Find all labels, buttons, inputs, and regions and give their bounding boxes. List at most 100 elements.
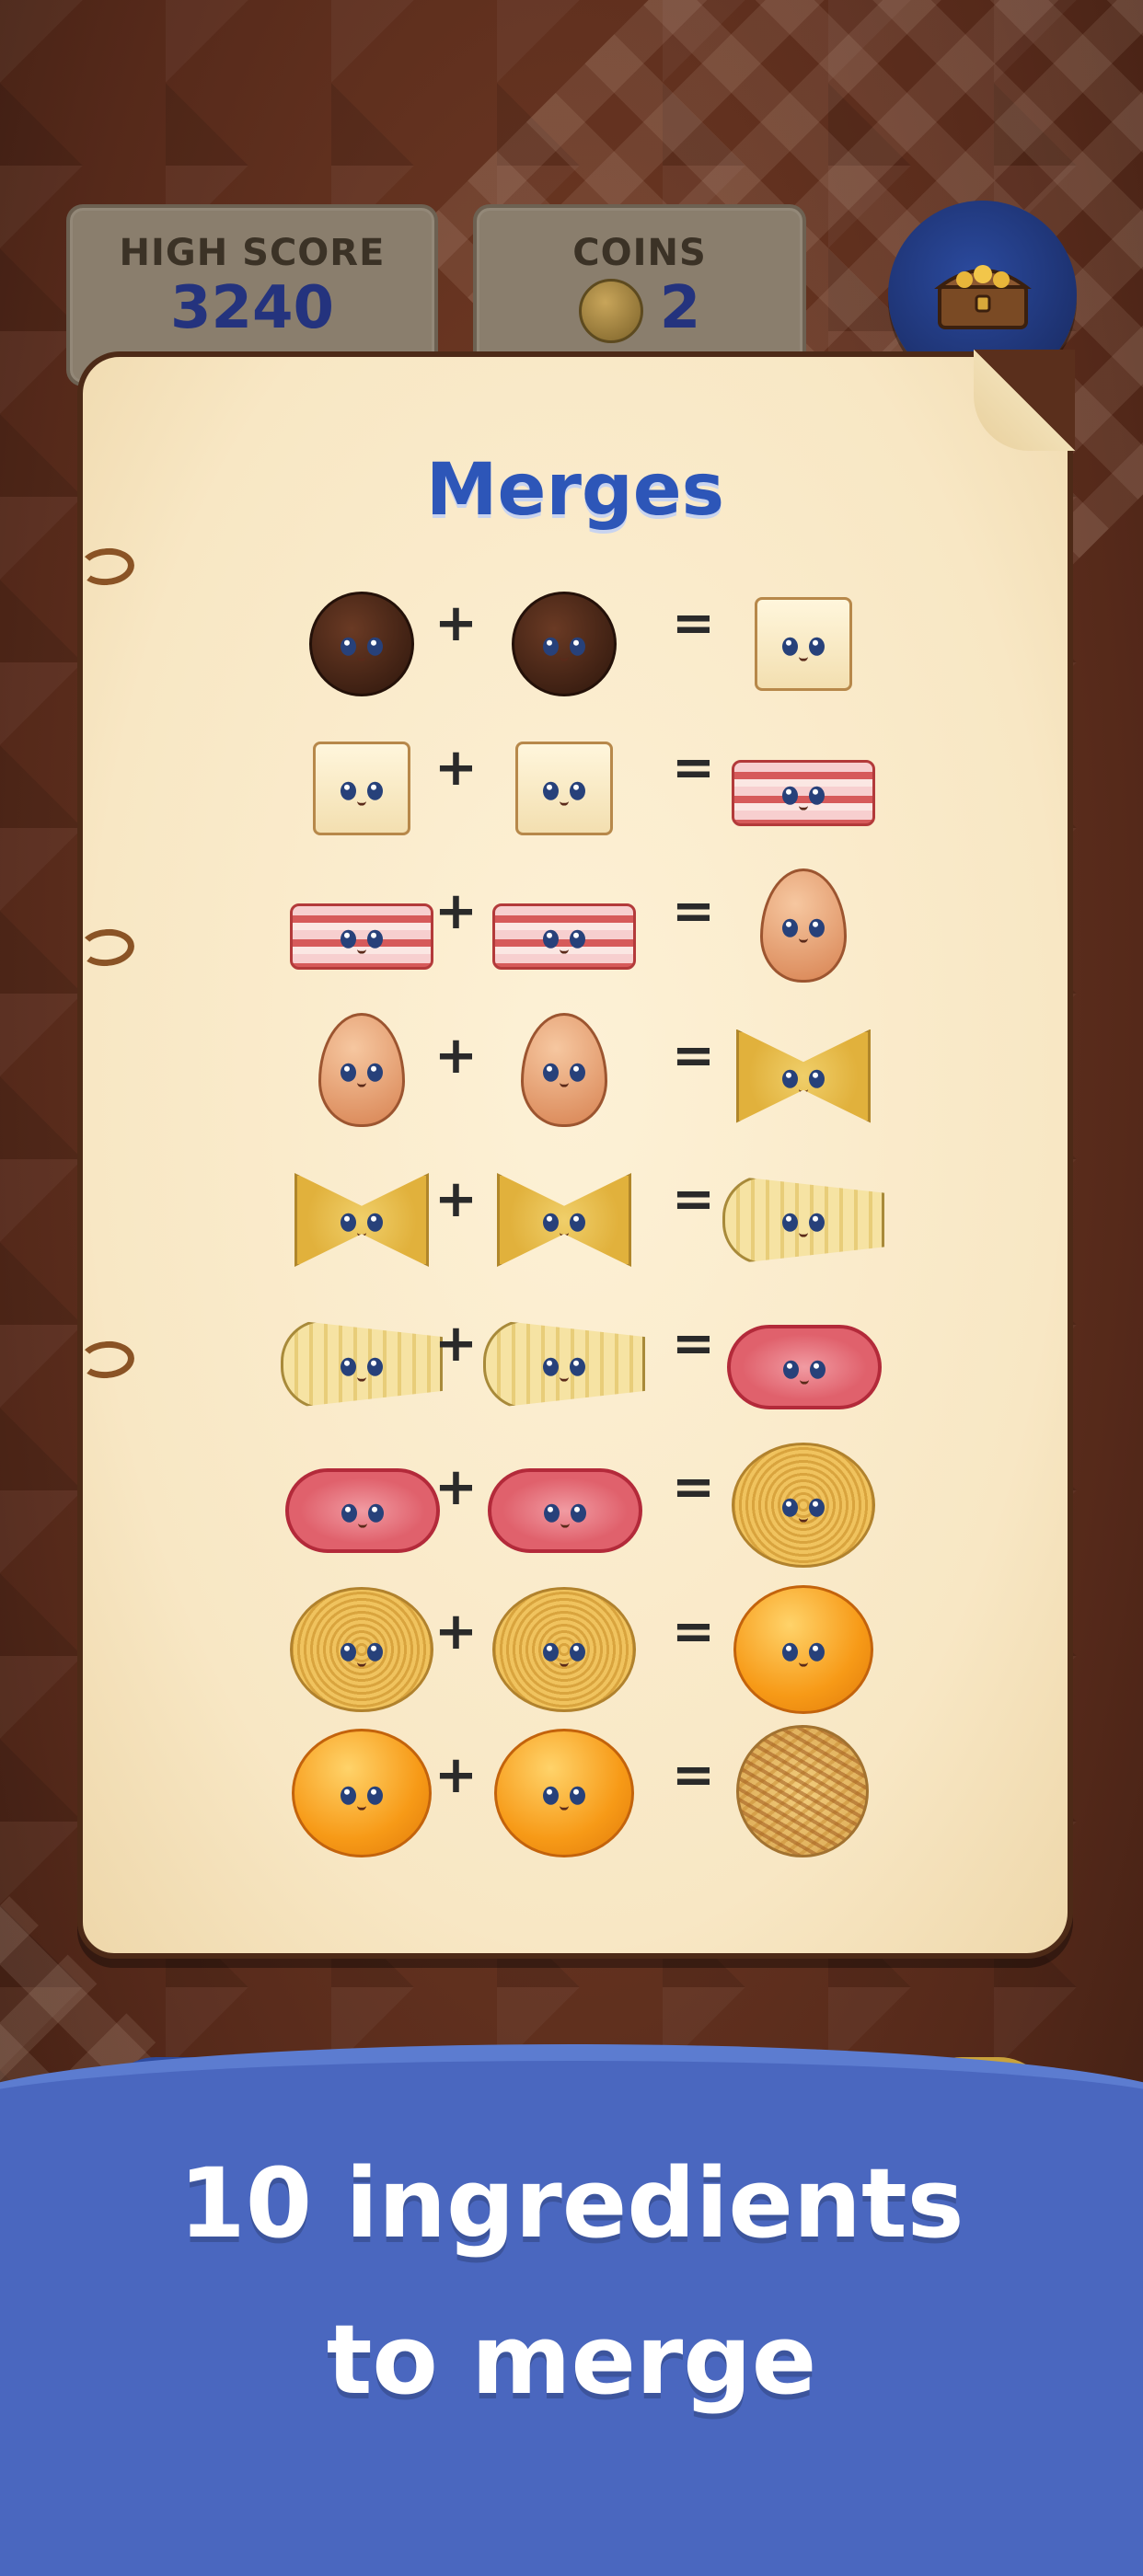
rigatoni-ingredient bbox=[722, 1153, 884, 1265]
coins-row: 2 bbox=[477, 274, 802, 344]
rigatoni-ingredient bbox=[483, 1297, 645, 1409]
merges-panel: Merges + = + = + = + = + = + = + = + = + = bbox=[77, 350, 1075, 1959]
guanciale-icon bbox=[488, 1468, 642, 1553]
merge-row: + = bbox=[83, 1140, 1068, 1269]
cute-face bbox=[777, 1213, 830, 1237]
rigatoni-icon bbox=[281, 1318, 443, 1409]
egg-icon bbox=[760, 868, 847, 983]
farfalle-icon bbox=[497, 1173, 631, 1267]
farfalle-ingredient bbox=[736, 1009, 871, 1123]
high-score-label: HIGH SCORE bbox=[119, 232, 386, 274]
yolk-ingredient bbox=[494, 1729, 634, 1857]
farfalle-ingredient bbox=[497, 1153, 631, 1267]
egg-ingredient bbox=[294, 1009, 423, 1127]
cute-face bbox=[335, 1063, 388, 1087]
bacon-ingredient bbox=[492, 865, 636, 970]
page-curl bbox=[974, 350, 1075, 451]
spaghetti-nest-icon bbox=[492, 1586, 636, 1712]
cute-face bbox=[777, 1498, 830, 1523]
merge-row: + = bbox=[83, 1572, 1068, 1714]
treasure-chest-icon bbox=[934, 265, 1032, 329]
cute-face bbox=[335, 637, 388, 661]
guanciale-icon bbox=[285, 1468, 440, 1553]
cheese-icon bbox=[515, 741, 613, 835]
spaghetti-nest-ingredient bbox=[492, 1585, 636, 1712]
promo-line-2: to merge bbox=[326, 2304, 817, 2416]
cute-face bbox=[777, 918, 830, 943]
merges-title: Merges bbox=[425, 449, 725, 532]
merge-row: + = bbox=[83, 996, 1068, 1127]
cute-face bbox=[537, 637, 591, 661]
merge-row: + = bbox=[83, 852, 1068, 983]
cute-face bbox=[777, 637, 830, 661]
cheese-ingredient bbox=[497, 721, 626, 835]
cute-face bbox=[537, 1642, 591, 1667]
coins-label: COINS bbox=[572, 232, 707, 274]
farfalle-icon bbox=[294, 1173, 429, 1267]
rigatoni-icon bbox=[483, 1318, 645, 1409]
cute-face bbox=[537, 1063, 591, 1087]
equals-sign: = bbox=[672, 1457, 715, 1517]
cute-face bbox=[335, 781, 388, 806]
promo-text: 10 ingredients to merge bbox=[0, 2125, 1143, 2438]
promo-line-1: 10 ingredients bbox=[179, 2147, 964, 2260]
equals-sign: = bbox=[672, 1313, 715, 1374]
plus-sign: + bbox=[434, 1025, 478, 1086]
bacon-icon bbox=[492, 903, 636, 970]
bacon-icon bbox=[732, 759, 875, 826]
yolk-icon bbox=[733, 1584, 873, 1714]
bacon-icon bbox=[290, 903, 433, 970]
plus-sign: + bbox=[434, 1313, 478, 1374]
cute-face bbox=[777, 1069, 830, 1094]
equals-sign: = bbox=[672, 737, 715, 798]
coin-icon bbox=[578, 279, 643, 344]
pepper-icon bbox=[512, 592, 617, 696]
cute-face bbox=[336, 1503, 389, 1528]
guanciale-icon bbox=[727, 1324, 882, 1409]
plus-sign: + bbox=[434, 1745, 478, 1805]
merge-row: + = bbox=[83, 564, 1068, 696]
yolk-icon bbox=[292, 1729, 432, 1857]
egg-icon bbox=[318, 1012, 405, 1127]
egg-icon bbox=[521, 1012, 607, 1127]
cute-face bbox=[537, 1357, 591, 1382]
plus-sign: + bbox=[434, 593, 478, 653]
cute-face bbox=[335, 1642, 388, 1667]
cheese-ingredient bbox=[736, 577, 865, 691]
spaghetti-nest-ingredient bbox=[732, 1441, 875, 1568]
yolk-ingredient bbox=[292, 1729, 432, 1857]
guanciale-ingredient bbox=[727, 1297, 882, 1409]
rigatoni-icon bbox=[722, 1175, 884, 1265]
cute-face bbox=[537, 1786, 591, 1811]
cute-face bbox=[537, 1213, 591, 1237]
cheese-icon bbox=[313, 741, 410, 835]
pepper-ingredient bbox=[294, 577, 423, 696]
cute-face bbox=[777, 1642, 830, 1667]
egg-ingredient bbox=[736, 865, 865, 983]
equals-sign: = bbox=[672, 1601, 715, 1662]
rigatoni-ingredient bbox=[281, 1297, 443, 1409]
yolk-icon bbox=[494, 1729, 634, 1857]
plus-sign: + bbox=[434, 1169, 478, 1229]
cute-face bbox=[778, 1360, 831, 1385]
merge-row: + = bbox=[83, 1716, 1068, 1857]
guanciale-ingredient bbox=[488, 1441, 642, 1553]
egg-ingredient bbox=[497, 1009, 626, 1127]
cute-face bbox=[777, 786, 830, 811]
cute-face bbox=[537, 929, 591, 954]
merge-row: + = bbox=[83, 1428, 1068, 1568]
cute-face bbox=[538, 1503, 592, 1528]
plus-sign: + bbox=[434, 881, 478, 941]
cute-face bbox=[335, 1357, 388, 1382]
equals-sign: = bbox=[672, 1745, 715, 1805]
farfalle-ingredient bbox=[294, 1153, 429, 1267]
spaghetti-nest-icon bbox=[290, 1586, 433, 1712]
equals-sign: = bbox=[672, 1169, 715, 1229]
pepper-ingredient bbox=[497, 577, 626, 696]
high-score-value: 3240 bbox=[169, 274, 335, 342]
farfalle-icon bbox=[736, 1029, 871, 1123]
cute-face bbox=[537, 781, 591, 806]
plus-sign: + bbox=[434, 1601, 478, 1662]
cheese-icon bbox=[755, 597, 852, 691]
carbonara-icon bbox=[736, 1725, 869, 1857]
